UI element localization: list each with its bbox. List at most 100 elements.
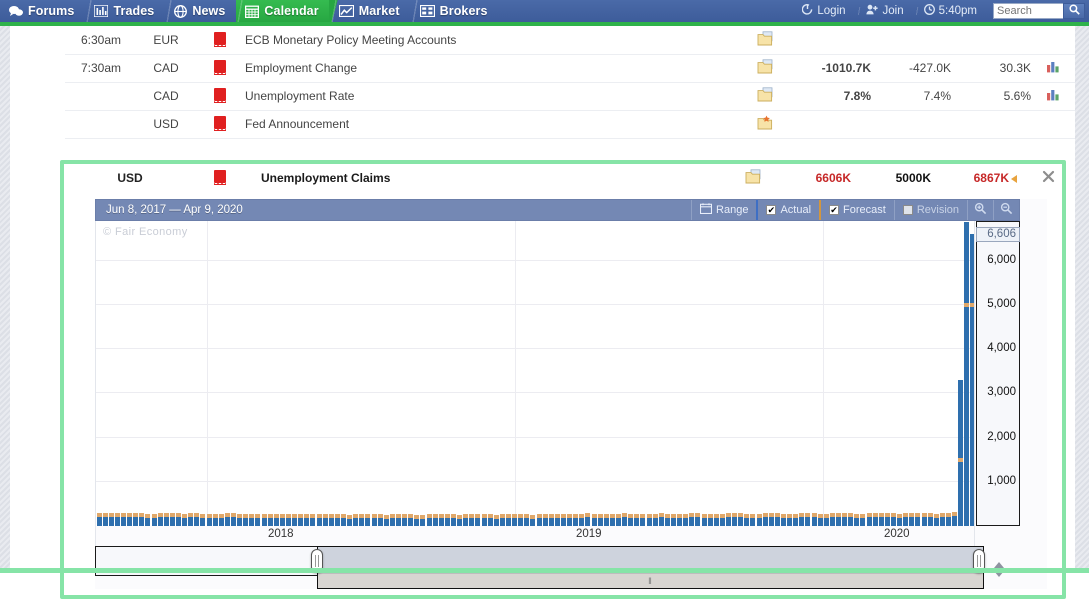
chart-bar[interactable] [383,514,389,526]
chart-bar[interactable] [493,514,499,526]
chart-bar[interactable] [603,514,609,526]
chart-bar[interactable] [310,514,316,526]
chart-bar[interactable] [432,514,438,526]
chart-bar[interactable] [371,514,377,526]
zoom-in-button[interactable] [967,200,993,220]
chart-bar[interactable] [420,514,426,526]
chart-bar[interactable] [133,513,139,526]
chart-bar[interactable] [322,514,328,526]
chart-bar[interactable] [579,513,585,526]
chart-bar[interactable] [897,513,903,526]
chart-bar[interactable] [854,513,860,526]
chart-bar[interactable] [469,514,475,526]
chart-bar[interactable] [108,513,114,526]
nav-tab-news[interactable]: News [164,0,236,22]
row-detail-toggle[interactable] [739,82,791,111]
chart-bar[interactable] [921,513,927,526]
chart-bar[interactable] [567,514,573,526]
chart-bar[interactable] [200,513,206,526]
chart-bar[interactable] [145,513,151,526]
chart-bar[interactable] [347,514,353,526]
chart-bar[interactable] [658,513,664,526]
clock-time[interactable]: 5:40pm [912,4,987,18]
chart-bar[interactable] [475,513,481,526]
chart-bar[interactable] [762,513,768,526]
chart-bar[interactable] [640,514,646,526]
chart-bar[interactable] [842,512,848,526]
chart-bar[interactable] [646,513,652,526]
row-graph-toggle[interactable] [1031,82,1075,111]
chart-bar[interactable] [970,234,974,526]
chart-bar[interactable] [548,513,554,526]
chart-bar[interactable] [463,514,469,526]
range-selector-scrollbar[interactable]: ‖ [318,573,983,588]
chart-bar[interactable] [237,513,243,526]
selected-event-row[interactable]: USD Unemployment Claims 6606K 5000K 6867… [65,164,1071,192]
chart-bar[interactable] [139,513,145,526]
chart-bar[interactable] [255,514,261,526]
zoom-out-button[interactable] [993,200,1019,220]
chart-bar[interactable] [536,514,542,526]
chart-bar[interactable] [377,514,383,526]
chart-bar[interactable] [756,513,762,526]
chart-bar[interactable] [451,514,457,526]
chart-bar[interactable] [805,512,811,526]
chart-bar[interactable] [127,512,133,526]
chart-bar[interactable] [628,513,634,526]
chart-bar[interactable] [933,513,939,526]
row-graph-toggle[interactable] [1031,110,1075,139]
chart-bar[interactable] [359,513,365,526]
search-input[interactable] [993,3,1063,19]
chart-bar[interactable] [292,514,298,526]
chart-bar[interactable] [829,513,835,526]
chart-bar[interactable] [866,513,872,526]
chart-bar[interactable] [163,513,169,526]
chart-bar[interactable] [224,513,230,526]
chart-bar[interactable] [414,514,420,526]
chart-bar[interactable] [664,513,670,526]
chart-bar[interactable] [946,512,952,526]
chart-bar[interactable] [121,512,127,526]
chart-bar[interactable] [915,512,921,526]
chart-bar[interactable] [677,514,683,526]
chart-bar[interactable] [884,513,890,526]
chart-bar[interactable] [799,513,805,526]
chart-bar[interactable] [243,513,249,526]
chart-bar[interactable] [952,511,958,526]
chart-bar[interactable] [512,513,518,526]
chart-bar[interactable] [218,513,224,526]
selected-row-detail-toggle[interactable] [727,169,779,187]
chart-bar[interactable] [701,513,707,526]
chart-bar[interactable] [817,513,823,526]
join-link[interactable]: Join [854,4,914,18]
chart-bar[interactable] [151,513,157,526]
nav-tab-calendar[interactable]: Calendar [235,0,342,22]
table-row[interactable]: CAD Unemployment Rate 7.8% 7.4% 5.6% [65,82,1075,111]
chart-bar[interactable] [616,513,622,526]
chart-bar[interactable] [438,513,444,526]
chart-bar[interactable] [622,513,628,526]
chart-bar[interactable] [781,513,787,526]
chart-bar[interactable] [726,513,732,526]
table-row[interactable]: USD Fed Announcement [65,110,1075,139]
chart-bar[interactable] [182,513,188,526]
chart-bar[interactable] [597,514,603,526]
chart-bar[interactable] [793,513,799,526]
stepper-up-icon[interactable] [994,561,1004,568]
chart-bar[interactable] [872,513,878,526]
chart-bar[interactable] [744,513,750,526]
chart-bar[interactable] [328,513,334,526]
chart-bar[interactable] [609,514,615,526]
chart-bar[interactable] [768,513,774,526]
chart-bar[interactable] [353,514,359,526]
chart-bar[interactable] [811,513,817,526]
chart-bar[interactable] [927,513,933,526]
row-detail-toggle[interactable] [739,54,791,83]
chart-bar[interactable] [188,513,194,526]
chart-bar[interactable] [194,513,200,526]
chart-bar[interactable] [426,514,432,526]
chart-bar[interactable] [457,514,463,526]
range-button[interactable]: Range [691,200,756,220]
chart-bar[interactable] [787,513,793,526]
chart-bar[interactable] [836,513,842,526]
